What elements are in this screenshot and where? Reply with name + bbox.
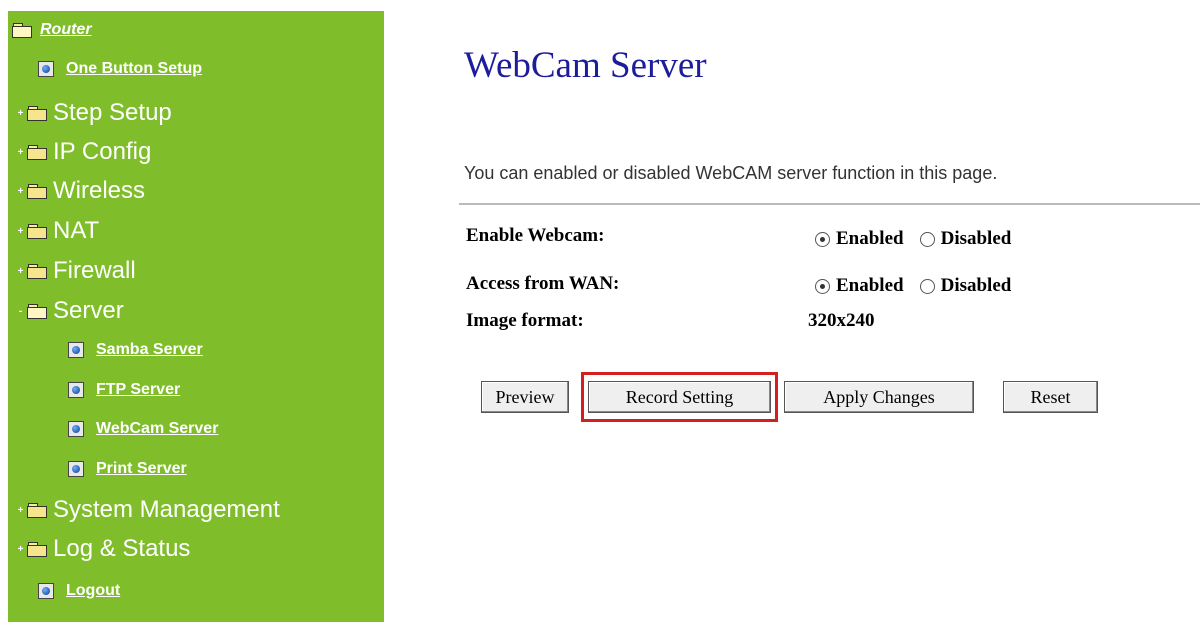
sidebar-item-ftp-server[interactable]: FTP Server	[68, 381, 180, 399]
divider	[459, 203, 1200, 205]
preview-button[interactable]: Preview	[481, 381, 569, 413]
sidebar-item-system-management[interactable]: + System Management	[16, 496, 280, 524]
sidebar-item-label[interactable]: Samba Server	[96, 341, 203, 359]
sidebar-item-server[interactable]: - Server	[16, 297, 124, 325]
sidebar-item-webcam-server[interactable]: WebCam Server	[68, 420, 218, 438]
radio-label[interactable]: Disabled	[941, 228, 1012, 250]
page-icon	[38, 583, 54, 599]
sidebar-item-print-server[interactable]: Print Server	[68, 460, 187, 478]
folder-icon	[27, 264, 47, 279]
sidebar-item-logout[interactable]: Logout	[38, 582, 120, 600]
folder-icon	[27, 224, 47, 239]
access-wan-radio-group: Enabled Disabled	[815, 275, 1027, 297]
folder-icon	[27, 106, 47, 121]
expand-icon[interactable]: +	[16, 266, 25, 276]
sidebar-item-label[interactable]: FTP Server	[96, 381, 180, 399]
sidebar-item-label[interactable]: IP Config	[53, 138, 151, 166]
expand-icon[interactable]: +	[16, 186, 25, 196]
page-icon	[68, 382, 84, 398]
apply-changes-button[interactable]: Apply Changes	[784, 381, 974, 413]
sidebar-item-label[interactable]: Logout	[66, 582, 120, 600]
sidebar-root[interactable]: Router	[12, 21, 92, 39]
enable-webcam-enabled-radio[interactable]	[815, 231, 830, 247]
sidebar-item-label[interactable]: Firewall	[53, 257, 136, 285]
image-format-value: 320x240	[808, 310, 875, 331]
folder-icon	[27, 145, 47, 160]
folder-icon	[27, 503, 47, 518]
sidebar-item-label[interactable]: One Button Setup	[66, 60, 202, 78]
folder-open-icon	[27, 304, 47, 319]
image-format-label: Image format:	[466, 310, 584, 331]
page-icon	[68, 342, 84, 358]
enable-webcam-radio-group: Enabled Disabled	[815, 228, 1027, 250]
sidebar-item-label[interactable]: WebCam Server	[96, 420, 218, 438]
access-wan-enabled-radio[interactable]	[815, 278, 830, 294]
folder-icon	[27, 542, 47, 557]
sidebar-item-label[interactable]: Step Setup	[53, 99, 172, 127]
radio-label[interactable]: Enabled	[836, 228, 904, 250]
enable-webcam-label: Enable Webcam:	[466, 225, 605, 246]
sidebar-item-one-button-setup[interactable]: One Button Setup	[38, 60, 202, 78]
page-title: WebCam Server	[464, 45, 707, 86]
sidebar-item-log-status[interactable]: + Log & Status	[16, 535, 191, 563]
sidebar-item-firewall[interactable]: + Firewall	[16, 257, 136, 285]
radio-label[interactable]: Disabled	[941, 275, 1012, 297]
sidebar-item-samba-server[interactable]: Samba Server	[68, 341, 203, 359]
highlight-box	[581, 372, 778, 422]
sidebar-item-label[interactable]: NAT	[53, 217, 99, 245]
collapse-icon[interactable]: -	[16, 306, 25, 316]
radio-label[interactable]: Enabled	[836, 275, 904, 297]
page-icon	[68, 421, 84, 437]
sidebar-item-label[interactable]: Wireless	[53, 177, 145, 205]
sidebar-item-label[interactable]: Log & Status	[53, 535, 190, 563]
sidebar-item-ip-config[interactable]: + IP Config	[16, 138, 152, 166]
expand-icon[interactable]: +	[16, 147, 25, 157]
sidebar-item-label[interactable]: Print Server	[96, 460, 187, 478]
expand-icon[interactable]: +	[16, 505, 25, 515]
sidebar: Router One Button Setup + Step Setup + I…	[8, 11, 384, 622]
reset-button[interactable]: Reset	[1003, 381, 1098, 413]
expand-icon[interactable]: +	[16, 108, 25, 118]
sidebar-item-step-setup[interactable]: + Step Setup	[16, 99, 172, 127]
sidebar-item-wireless[interactable]: + Wireless	[16, 177, 145, 205]
expand-icon[interactable]: +	[16, 544, 25, 554]
folder-icon	[27, 184, 47, 199]
access-wan-label: Access from WAN:	[466, 273, 620, 294]
folder-open-icon	[12, 23, 32, 38]
sidebar-root-label[interactable]: Router	[40, 21, 92, 39]
sidebar-item-label[interactable]: System Management	[53, 496, 280, 524]
page-icon	[38, 61, 54, 77]
enable-webcam-disabled-radio[interactable]	[919, 231, 935, 247]
page-description: You can enabled or disabled WebCAM serve…	[464, 163, 998, 183]
access-wan-disabled-radio[interactable]	[919, 278, 935, 294]
sidebar-item-label[interactable]: Server	[53, 297, 124, 325]
page-icon	[68, 461, 84, 477]
expand-icon[interactable]: +	[16, 226, 25, 236]
sidebar-item-nat[interactable]: + NAT	[16, 217, 100, 245]
